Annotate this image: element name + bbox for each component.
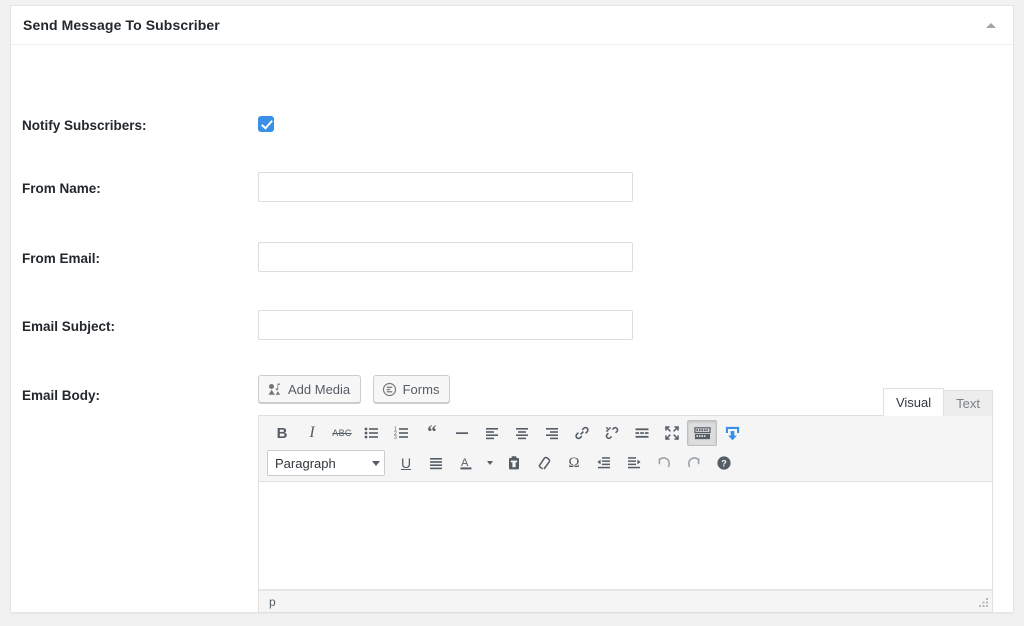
bold-button[interactable]: B	[267, 420, 297, 446]
special-character-button[interactable]: Ω	[559, 450, 589, 476]
send-message-panel: Send Message To Subscriber Notify Subscr…	[10, 5, 1014, 613]
blockquote-button[interactable]: “	[417, 420, 447, 446]
bullet-list-icon	[364, 427, 378, 439]
align-center-icon	[516, 428, 528, 440]
clear-formatting-button[interactable]	[529, 450, 559, 476]
remove-link-button[interactable]	[597, 420, 627, 446]
editor-media-bar: Add Media Forms Visual Text	[258, 375, 993, 416]
panel-header: Send Message To Subscriber	[11, 6, 1013, 45]
outdent-icon	[597, 457, 610, 469]
horizontal-rule-button[interactable]	[447, 420, 477, 446]
outdent-button[interactable]	[589, 450, 619, 476]
email-subject-input[interactable]	[258, 310, 633, 340]
fullscreen-button[interactable]	[657, 420, 687, 446]
text-color-button[interactable]: A	[451, 450, 481, 476]
panel-toggle-button[interactable]	[973, 6, 1009, 44]
email-body-editor: Add Media Forms Visual Text B I ABC 1 2 …	[258, 375, 993, 613]
horizontal-rule-icon	[456, 432, 468, 434]
tab-visual[interactable]: Visual	[882, 388, 945, 416]
indent-icon	[628, 457, 641, 469]
svg-text:A: A	[461, 457, 469, 469]
svg-text:?: ?	[721, 459, 727, 469]
caret-up-icon	[986, 22, 996, 28]
insert-link-button[interactable]	[567, 420, 597, 446]
notify-subscribers-checkbox[interactable]	[258, 115, 274, 132]
from-email-label: From Email:	[22, 251, 101, 266]
redo-button[interactable]	[679, 450, 709, 476]
text-color-picker-button[interactable]	[481, 450, 499, 476]
align-center-button[interactable]	[507, 420, 537, 446]
editor-toolbar-row-2: Paragraph U A Ω ?	[263, 448, 992, 478]
italic-button[interactable]: I	[297, 420, 327, 446]
paragraph-format-select[interactable]: Paragraph	[267, 450, 385, 476]
bullet-list-button[interactable]	[357, 420, 387, 446]
svg-text:3: 3	[394, 435, 397, 441]
keyboard-toolbar-icon	[693, 426, 711, 439]
unlink-icon	[605, 426, 619, 440]
paragraph-format-label: Paragraph	[275, 455, 336, 471]
align-right-icon	[546, 428, 558, 440]
align-left-icon	[486, 428, 498, 440]
eraser-icon	[538, 456, 551, 470]
resize-grip-icon[interactable]	[977, 597, 989, 609]
paste-as-text-button[interactable]	[499, 450, 529, 476]
editor-toolbar-row-1: B I ABC 1 2 3 “	[263, 418, 992, 448]
redo-icon	[688, 457, 700, 468]
insert-shortcode-button[interactable]	[717, 420, 747, 446]
read-more-icon	[635, 428, 649, 438]
link-icon	[575, 426, 589, 440]
panel-title: Send Message To Subscriber	[23, 17, 220, 33]
email-subject-label: Email Subject:	[22, 319, 116, 334]
editor-container: B I ABC 1 2 3 “ Paragraph U A Ω ? p	[258, 415, 993, 613]
from-name-label: From Name:	[22, 181, 101, 196]
keyboard-shortcuts-help-button[interactable]: ?	[709, 450, 739, 476]
align-right-button[interactable]	[537, 420, 567, 446]
fullscreen-icon	[665, 426, 679, 440]
from-name-field	[258, 172, 633, 202]
chevron-down-icon	[487, 461, 493, 465]
chevron-down-icon	[372, 460, 380, 466]
notify-subscribers-label: Notify Subscribers:	[22, 118, 147, 133]
underline-button[interactable]: U	[391, 450, 421, 476]
forms-label: Forms	[402, 381, 440, 397]
clipboard-icon	[509, 456, 519, 470]
indent-button[interactable]	[619, 450, 649, 476]
forms-icon	[382, 382, 396, 396]
text-color-icon: A	[460, 457, 472, 470]
add-media-icon	[268, 383, 281, 395]
strikethrough-button[interactable]: ABC	[327, 420, 357, 446]
editor-content-area[interactable]	[259, 482, 992, 590]
add-media-button[interactable]: Add Media	[258, 375, 362, 403]
tab-text[interactable]: Text	[943, 390, 993, 416]
numbered-list-button[interactable]: 1 2 3	[387, 420, 417, 446]
toggle-toolbar-button[interactable]	[687, 420, 717, 446]
email-subject-field	[258, 310, 633, 340]
add-media-label: Add Media	[288, 381, 351, 397]
align-justify-button[interactable]	[421, 450, 451, 476]
numbered-list-icon: 1 2 3	[394, 426, 408, 441]
editor-mode-tabs: Visual Text	[882, 387, 993, 416]
insert-shortcode-icon	[725, 426, 739, 440]
forms-button[interactable]: Forms	[372, 375, 451, 403]
undo-button[interactable]	[649, 450, 679, 476]
notify-subscribers-field	[258, 115, 274, 133]
align-justify-icon	[430, 458, 442, 470]
insert-read-more-button[interactable]	[627, 420, 657, 446]
editor-toolbar: B I ABC 1 2 3 “ Paragraph U A Ω ?	[259, 416, 992, 482]
align-left-button[interactable]	[477, 420, 507, 446]
from-name-input[interactable]	[258, 172, 633, 202]
undo-icon	[658, 457, 670, 468]
from-email-input[interactable]	[258, 242, 633, 272]
from-email-field	[258, 242, 633, 272]
editor-element-path: p	[269, 594, 276, 609]
email-body-label: Email Body:	[22, 388, 101, 403]
editor-status-bar: p	[259, 590, 992, 612]
help-icon: ?	[717, 456, 731, 470]
